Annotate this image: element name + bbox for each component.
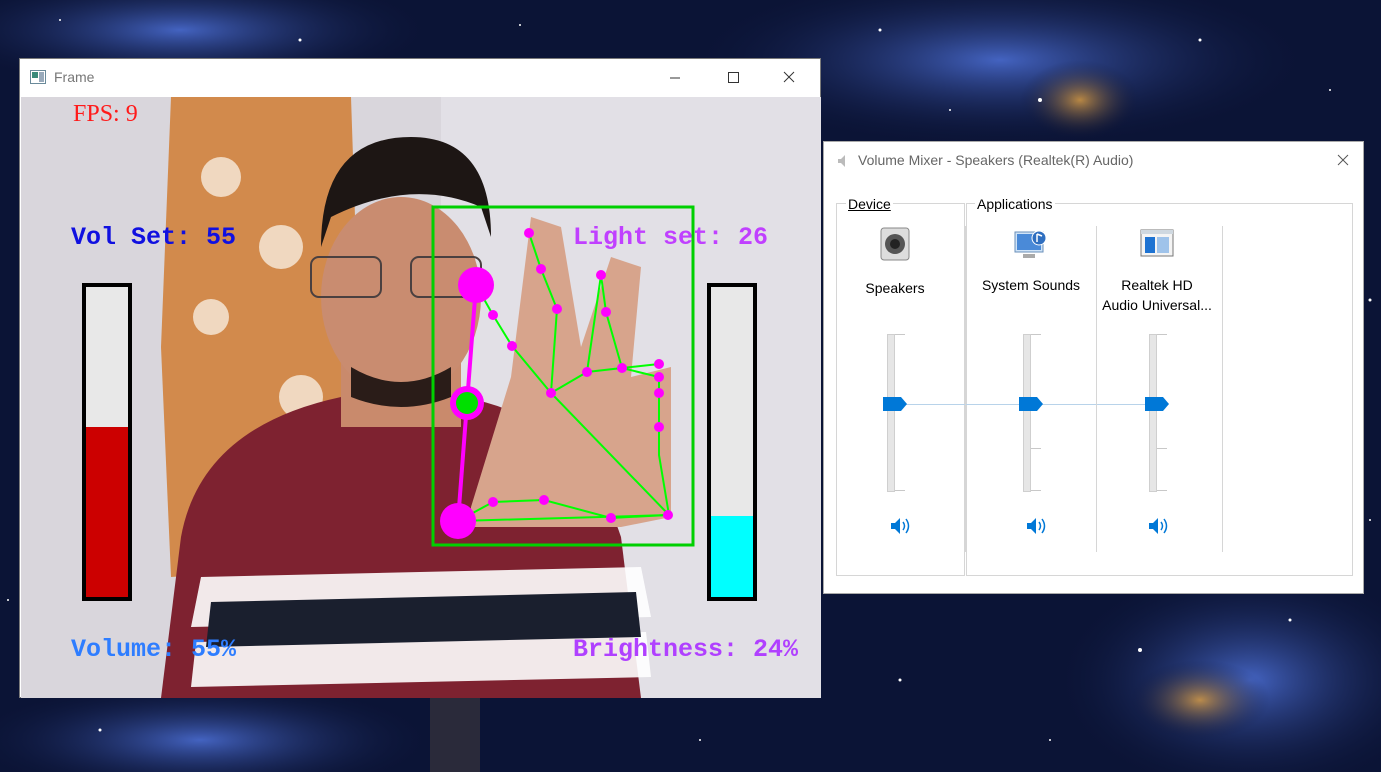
volume-bar [82,283,132,601]
volume-slider[interactable] [887,334,895,492]
channel-label: Speakers [865,280,925,296]
frame-titlebar[interactable]: Frame [20,59,820,97]
app-window-icon [30,70,46,84]
speaker-icon [838,155,845,167]
mixer-titlebar[interactable]: Volume Mixer - Speakers (Realtek(R) Audi… [824,142,1363,180]
system-sounds-icon [1014,230,1047,258]
window-title: Frame [54,69,95,85]
window-title: Volume Mixer - Speakers (Realtek(R) Audi… [858,152,1134,168]
slider-thumb[interactable] [1145,397,1169,411]
camera-feed: FPS: 9 Vol Set: 55 Light set: 26 Volume:… [21,97,821,698]
maximize-icon[interactable] [710,59,756,97]
volume-slider[interactable] [1149,334,1157,492]
speaker-mute-icon[interactable] [1146,515,1170,537]
close-icon[interactable] [1320,142,1366,180]
speaker-mute-icon[interactable] [888,515,912,537]
channel-realtek: Realtek HD Audio Universal... [1093,222,1221,552]
camera-image [21,97,821,698]
channel-speakers: Speakers [831,222,959,552]
device-group-label: Device [846,196,893,212]
channel-label-line2: Audio Universal... [1102,297,1212,313]
volume-slider[interactable] [1023,334,1031,492]
center-point [456,392,478,414]
wrist-landmark [440,503,476,539]
volume-bar-fill [86,426,128,597]
close-icon[interactable] [766,59,812,97]
frame-window: Frame FPS: 9 Vol Set: 55 Light set: 26 V… [19,58,821,698]
fps-readout: FPS: 9 [73,101,138,127]
minimize-icon[interactable] [652,59,698,97]
channel-label-line1: Realtek HD [1121,277,1193,293]
brightness-bar [707,283,757,601]
volume-readout: Volume: 55% [71,635,237,664]
channel-label: System Sounds [981,277,1081,293]
applications-group-label: Applications [975,196,1055,212]
volume-mixer-window: Volume Mixer - Speakers (Realtek(R) Audi… [823,141,1364,594]
slider-thumb[interactable] [883,397,907,411]
realtek-app-icon [1140,229,1174,257]
slider-thumb[interactable] [1019,397,1043,411]
thumb-tip-landmark [458,267,494,303]
light-set-readout: Light set: 26 [573,223,769,252]
channel-system-sounds: System Sounds [967,222,1095,552]
speaker-mute-icon[interactable] [1024,515,1048,537]
volume-set-readout: Vol Set: 55 [71,223,237,252]
brightness-readout: Brightness: 24% [573,635,799,664]
speaker-device-icon [880,227,910,261]
brightness-bar-fill [711,516,753,597]
